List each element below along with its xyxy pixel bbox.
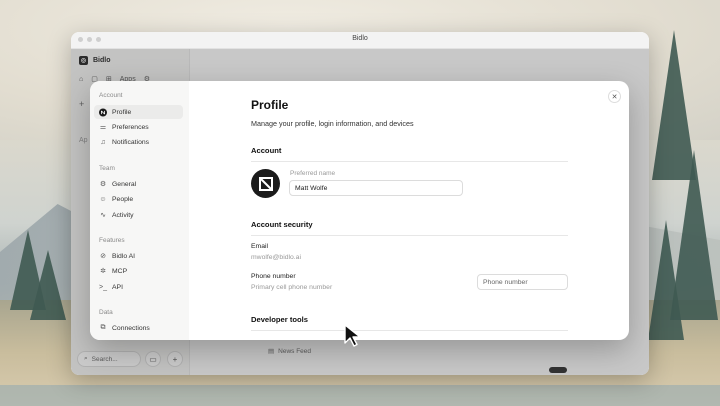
profile-icon — [99, 108, 107, 116]
section-label-data: Data — [99, 309, 113, 316]
activity-icon: ∿ — [100, 212, 106, 219]
nav-item-profile[interactable]: Profile — [94, 105, 183, 119]
phone-hint: Primary cell phone number — [251, 284, 333, 291]
nav-item-bidlo-ai[interactable]: ⊘ Bidlo AI — [94, 249, 183, 263]
nav-item-notifications[interactable]: ♫ Notifications — [94, 135, 183, 149]
account-security-heading: Account security — [251, 220, 313, 229]
avatar-logo-icon — [258, 176, 273, 191]
nav-item-preferences[interactable]: ⚌ Preferences — [94, 120, 183, 134]
title-bar[interactable]: Bidlo — [71, 32, 649, 49]
nav-label: Connections — [112, 324, 150, 332]
nav-item-api[interactable]: >_ API — [94, 280, 183, 294]
divider — [251, 161, 568, 162]
mouse-cursor-icon — [344, 324, 361, 347]
nav-label: MCP — [112, 267, 128, 275]
sliders-icon: ⚌ — [99, 124, 107, 131]
nav-item-people[interactable]: ☺ People — [94, 192, 183, 206]
connections-icon: ⧉ — [100, 324, 106, 331]
nav-item-connections[interactable]: ⧉ Connections — [94, 321, 183, 335]
preferred-name-label: Preferred name — [290, 170, 336, 177]
page-subtitle: Manage your profile, login information, … — [251, 119, 414, 128]
wallpaper-water — [0, 385, 720, 406]
nav-label: API — [112, 283, 123, 291]
mcp-icon: ✲ — [100, 268, 106, 275]
nav-label: Profile — [112, 108, 132, 116]
bell-icon: ♫ — [100, 138, 106, 146]
settings-nav: Account Profile ⚌ Preferences ♫ Notifica… — [90, 81, 189, 340]
window-title: Bidlo — [352, 35, 368, 42]
close-icon: ✕ — [611, 93, 618, 101]
phone-number-input[interactable]: Phone number — [477, 274, 568, 290]
nav-label: Bidlo AI — [112, 252, 136, 260]
divider — [251, 330, 568, 331]
close-button[interactable]: ✕ — [608, 90, 621, 103]
gear-icon: ⚙ — [99, 181, 107, 188]
divider — [251, 235, 568, 236]
people-icon: ☺ — [99, 195, 107, 203]
terminal-icon: >_ — [99, 283, 107, 291]
page-title: Profile — [251, 98, 289, 112]
nav-item-mcp[interactable]: ✲ MCP — [94, 264, 183, 278]
profile-panel: ✕ Profile Manage your profile, login inf… — [189, 81, 629, 340]
preferred-name-input[interactable]: Matt Wolfe — [289, 180, 463, 196]
avatar[interactable] — [251, 169, 280, 198]
phone-label: Phone number — [251, 273, 296, 280]
section-label-features: Features — [99, 237, 125, 244]
email-value: mwolfe@bidlo.ai — [251, 254, 301, 261]
nav-label: General — [112, 180, 137, 188]
settings-dialog: Account Profile ⚌ Preferences ♫ Notifica… — [90, 81, 629, 340]
nav-item-activity[interactable]: ∿ Activity — [94, 208, 183, 222]
email-label: Email — [251, 243, 268, 250]
account-heading: Account — [251, 146, 282, 155]
section-label-account: Account — [99, 92, 123, 99]
ai-icon: ⊘ — [100, 253, 106, 260]
wallpaper-tree — [30, 250, 66, 320]
nav-label: Preferences — [112, 123, 149, 131]
nav-item-general[interactable]: ⚙ General — [94, 177, 183, 191]
developer-tools-heading: Developer tools — [251, 315, 308, 324]
wallpaper-tree — [648, 220, 684, 340]
nav-label: Notifications — [112, 138, 150, 146]
nav-label: Activity — [112, 211, 134, 219]
section-label-team: Team — [99, 165, 115, 172]
nav-label: People — [112, 195, 134, 203]
